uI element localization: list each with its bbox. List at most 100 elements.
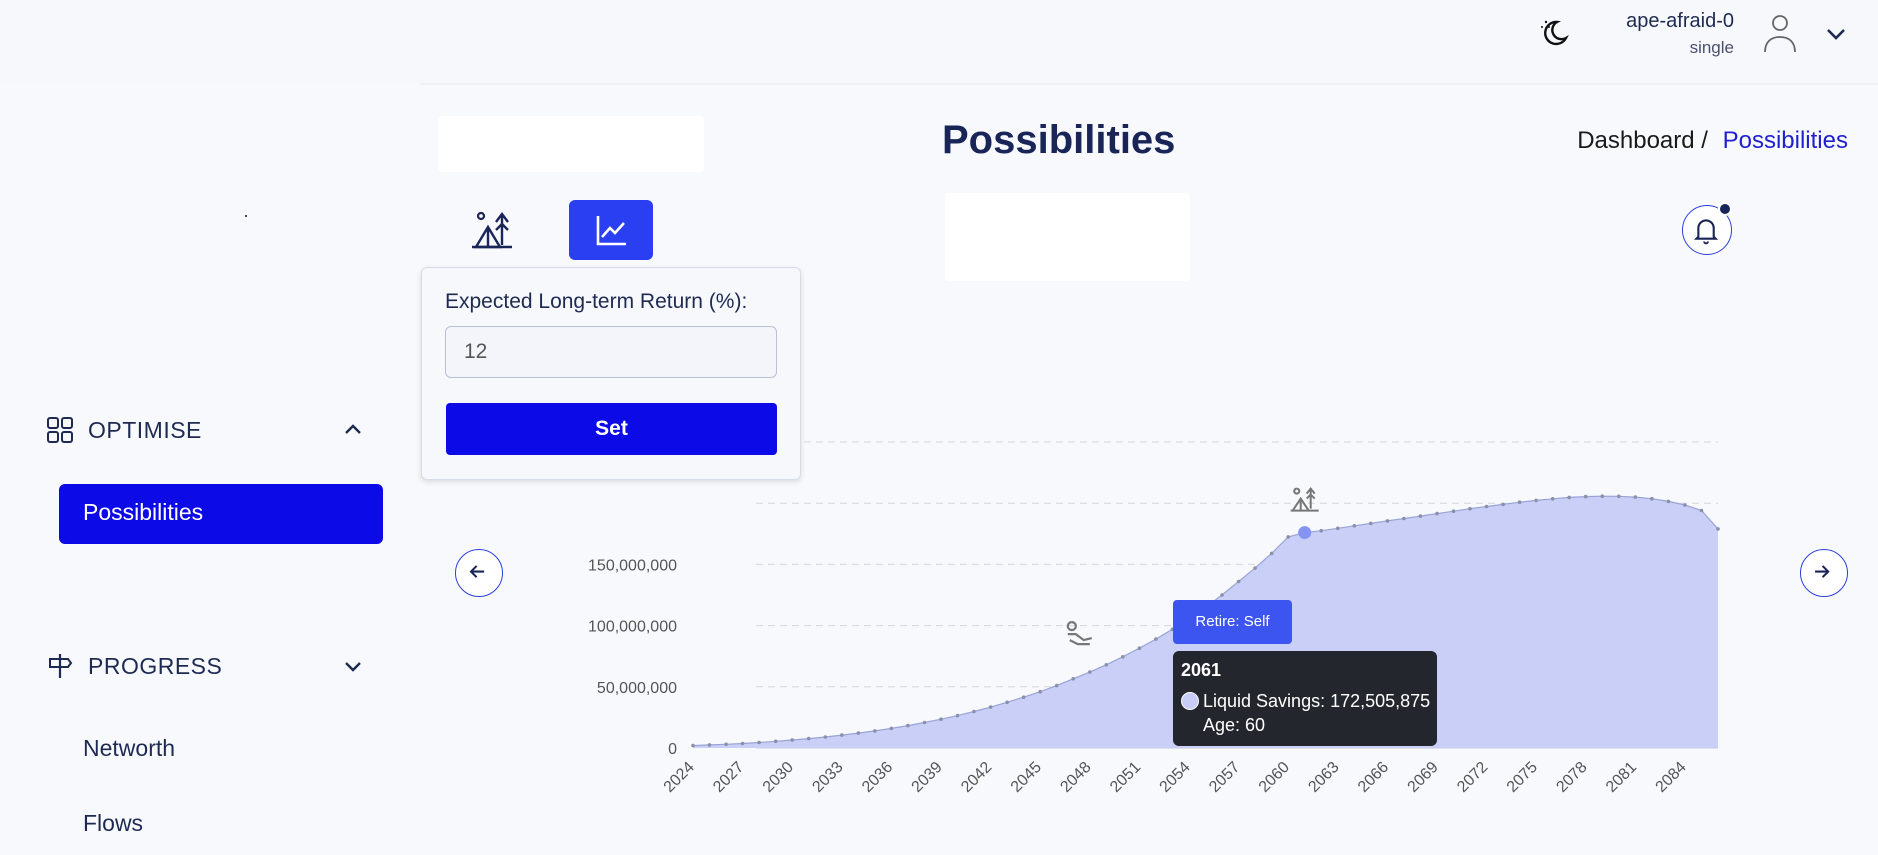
data-point	[1666, 499, 1671, 504]
data-point	[1369, 521, 1373, 526]
x-tick-label: 2024	[661, 759, 698, 796]
data-point	[823, 735, 828, 739]
data-point	[1385, 519, 1390, 523]
retire-camp-icon[interactable]	[466, 200, 522, 260]
y-tick-label: 100,000,000	[588, 619, 677, 636]
data-point	[1600, 494, 1605, 499]
data-point	[1319, 528, 1323, 533]
data-point	[1501, 502, 1505, 507]
data-point	[1650, 496, 1654, 501]
data-point	[1236, 579, 1241, 584]
data-point	[1699, 508, 1704, 513]
breadcrumb: Dashboard / Possibilities	[1577, 127, 1848, 155]
retire-marker-label: Retire: Self	[1173, 600, 1292, 644]
retire-camp-icon	[1290, 486, 1319, 512]
sidebar-item-flows[interactable]: Flows	[83, 810, 143, 837]
data-point	[1154, 637, 1158, 641]
return-input[interactable]	[445, 326, 777, 378]
chevron-down-icon[interactable]	[1822, 20, 1850, 48]
data-point	[972, 709, 976, 714]
top-bar-divider	[420, 83, 1878, 85]
previous-button[interactable]	[455, 549, 503, 597]
data-point	[1633, 495, 1638, 499]
sidebar-item-networth[interactable]: Networth	[83, 735, 175, 762]
data-point	[1435, 511, 1439, 516]
data-point	[1517, 500, 1522, 505]
x-tick-label: 2057	[1206, 759, 1243, 796]
data-point	[856, 731, 861, 735]
data-point	[1021, 695, 1026, 699]
data-point	[806, 736, 811, 741]
return-label: Expected Long-term Return (%):	[445, 290, 748, 313]
data-point	[1054, 683, 1059, 688]
data-point	[1683, 503, 1687, 507]
x-tick-label: 2033	[809, 759, 846, 796]
page-title: Possibilities	[942, 118, 1176, 162]
y-tick-label: 0	[668, 741, 677, 758]
grid-icon	[47, 417, 73, 443]
return-popover: Expected Long-term Return (%): Set	[421, 267, 801, 480]
x-tick-label: 2045	[1008, 759, 1045, 796]
tooltip-year: 2061	[1181, 660, 1222, 680]
top-bar	[0, 0, 1878, 84]
placeholder-box	[438, 116, 704, 172]
breadcrumb-dashboard[interactable]: Dashboard /	[1577, 127, 1708, 154]
data-point	[1269, 551, 1274, 556]
data-point	[889, 726, 894, 731]
data-point	[1451, 509, 1456, 513]
sidebar-section-label: OPTIMISE	[88, 416, 202, 443]
user-plan: single	[1689, 38, 1734, 57]
data-point	[790, 738, 794, 742]
x-tick-label: 2069	[1405, 759, 1442, 796]
data-point	[707, 743, 712, 747]
x-tick-label: 2081	[1603, 759, 1640, 796]
notification-badge	[1718, 202, 1732, 216]
x-tick-label: 2048	[1057, 759, 1094, 796]
sidebar-item-possibilities[interactable]: Possibilities	[59, 484, 383, 544]
data-point	[1121, 655, 1125, 659]
data-point	[1583, 494, 1588, 499]
app-root: ape-afraid-0 single OPTIMISE Possibiliti…	[0, 0, 1878, 855]
data-point	[988, 705, 993, 709]
y-tick-label: 150,000,000	[588, 557, 677, 574]
x-tick-label: 2030	[760, 759, 797, 796]
data-point	[740, 741, 745, 746]
data-point	[1468, 506, 1472, 511]
sidebar-section-optimise[interactable]: OPTIMISE	[46, 416, 366, 444]
data-point	[1418, 514, 1423, 518]
data-point	[1716, 527, 1720, 531]
data-point	[922, 720, 927, 725]
chart-view-button[interactable]	[569, 200, 653, 260]
user-avatar-icon[interactable]	[1760, 12, 1800, 54]
data-point	[1550, 497, 1555, 501]
breadcrumb-current: Possibilities	[1722, 127, 1848, 154]
next-button[interactable]	[1800, 549, 1848, 597]
moon-icon[interactable]	[1536, 14, 1572, 50]
x-tick-label: 2036	[859, 759, 896, 796]
set-button[interactable]: Set	[446, 403, 777, 455]
data-point	[1286, 535, 1290, 539]
user-name[interactable]: ape-afraid-0	[1626, 10, 1734, 33]
data-point	[757, 740, 761, 745]
x-tick-label: 2075	[1504, 759, 1541, 796]
data-point	[1088, 670, 1092, 674]
y-tick-label: 50,000,000	[597, 680, 677, 697]
arrow-left-icon	[469, 565, 485, 578]
data-point	[873, 729, 877, 733]
chevron-up-icon	[345, 424, 361, 434]
x-tick-label: 2054	[1157, 759, 1194, 796]
sidebar	[0, 84, 420, 855]
tooltip-age: Age: 60	[1203, 715, 1266, 735]
data-point	[773, 739, 778, 744]
data-point	[724, 742, 728, 747]
data-point	[1336, 526, 1340, 531]
x-tick-label: 2027	[710, 759, 747, 796]
data-point	[1617, 494, 1621, 499]
logo-placeholder	[245, 215, 247, 217]
data-point	[955, 713, 960, 718]
sidebar-section-progress[interactable]: PROGRESS	[46, 652, 366, 680]
data-point	[1534, 498, 1538, 503]
x-tick-label: 2072	[1454, 759, 1491, 796]
data-point	[1352, 524, 1357, 528]
x-tick-label: 2060	[1256, 759, 1293, 796]
